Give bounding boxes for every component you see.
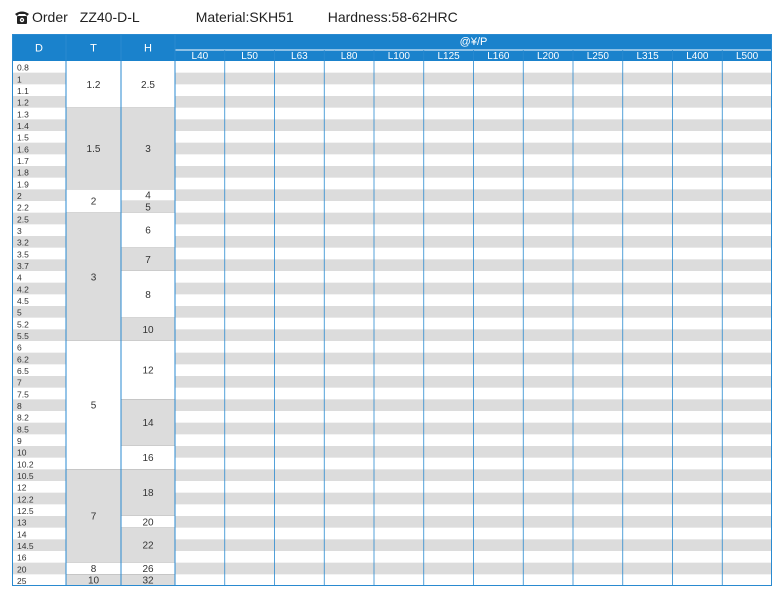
header-d: D	[35, 43, 43, 55]
d-value: 1.6	[17, 144, 29, 154]
d-value: 1.5	[17, 133, 29, 143]
header-length: L63	[291, 51, 308, 62]
d-value: 6.2	[17, 354, 29, 364]
d-value: 7	[17, 378, 22, 388]
t-value: 8	[91, 564, 97, 575]
header-length: L200	[537, 51, 560, 62]
d-value: 1.8	[17, 168, 29, 178]
header-length: L50	[241, 51, 258, 62]
d-value: 3	[17, 226, 22, 236]
header-length: L125	[438, 51, 461, 62]
header-length: L315	[637, 51, 660, 62]
d-value: 1.3	[17, 109, 29, 119]
h-value: 16	[142, 453, 154, 464]
h-value: 18	[142, 488, 154, 499]
d-value: 14	[17, 529, 27, 539]
d-value: 8.5	[17, 424, 29, 434]
header-t: T	[90, 43, 97, 55]
d-value: 10.2	[17, 459, 34, 469]
t-value: 7	[91, 512, 97, 523]
t-value: 5	[91, 401, 97, 412]
h-value: 8	[145, 290, 151, 301]
price-table: 1.21.523578102.5345678101214161820222632…	[12, 34, 772, 586]
header-length: L160	[487, 51, 510, 62]
order-code: ZZ40-D-L	[79, 9, 140, 25]
d-value: 4.2	[17, 284, 29, 294]
d-value: 5.2	[17, 319, 29, 329]
h-value: 6	[145, 226, 151, 237]
d-value: 4	[17, 273, 22, 283]
h-value: 3	[145, 144, 151, 155]
header-length: L100	[388, 51, 411, 62]
header-length: L40	[192, 51, 209, 62]
d-value: 14.5	[17, 541, 34, 551]
header-length: L80	[341, 51, 358, 62]
d-value: 2	[17, 191, 22, 201]
d-value: 6.5	[17, 366, 29, 376]
d-value: 3.7	[17, 261, 29, 271]
d-value: 10	[17, 448, 27, 458]
d-value: 1.9	[17, 179, 29, 189]
d-value: 0.8	[17, 63, 29, 73]
page-header: Order ZZ40-D-L Material:SKH51 Hardness:5…	[14, 4, 774, 30]
d-value: 12.2	[17, 494, 34, 504]
order-label: Order	[32, 9, 68, 25]
telephone-icon	[15, 11, 29, 24]
d-value: 5	[17, 308, 22, 318]
d-value: 1	[17, 74, 22, 84]
t-value: 1.2	[87, 80, 101, 91]
d-value: 8	[17, 401, 22, 411]
d-value: 2.5	[17, 214, 29, 224]
h-value: 26	[142, 564, 154, 575]
d-value: 5.5	[17, 331, 29, 341]
d-value: 1.1	[17, 86, 29, 96]
t-value: 1.5	[87, 144, 101, 155]
d-value: 20	[17, 564, 27, 574]
d-value: 1.4	[17, 121, 29, 131]
d-value: 7.5	[17, 389, 29, 399]
t-value: 10	[88, 576, 100, 586]
header-h: H	[144, 43, 152, 55]
h-value: 12	[142, 366, 154, 377]
h-value: 14	[142, 418, 154, 429]
d-value: 13	[17, 518, 27, 528]
hardness-spec: Hardness:58-62HRC	[327, 9, 458, 25]
h-value: 7	[145, 255, 151, 266]
d-value: 16	[17, 553, 27, 563]
d-value: 9	[17, 436, 22, 446]
header-price: @¥/P	[460, 36, 488, 48]
d-value: 12.5	[17, 506, 34, 516]
d-value: 25	[17, 576, 27, 586]
d-value: 3.5	[17, 249, 29, 259]
d-value: 4.5	[17, 296, 29, 306]
header-length: L400	[686, 51, 709, 62]
d-value: 3.2	[17, 238, 29, 248]
d-value: 1.7	[17, 156, 29, 166]
d-value: 1.2	[17, 98, 29, 108]
h-value: 2.5	[141, 80, 155, 91]
h-value: 5	[145, 202, 151, 213]
h-value: 4	[145, 191, 151, 202]
d-value: 10.5	[17, 471, 34, 481]
material-spec: Material:SKH51	[195, 9, 294, 25]
h-value: 20	[142, 517, 154, 528]
header-length: L250	[587, 51, 610, 62]
d-value: 12	[17, 483, 27, 493]
d-value: 2.2	[17, 203, 29, 213]
t-value: 2	[91, 197, 97, 208]
d-value: 8.2	[17, 413, 29, 423]
h-value: 32	[142, 576, 154, 586]
h-value: 10	[142, 325, 154, 336]
h-value: 22	[142, 541, 154, 552]
header-length: L500	[736, 51, 759, 62]
t-value: 3	[91, 272, 97, 283]
d-value: 6	[17, 343, 22, 353]
